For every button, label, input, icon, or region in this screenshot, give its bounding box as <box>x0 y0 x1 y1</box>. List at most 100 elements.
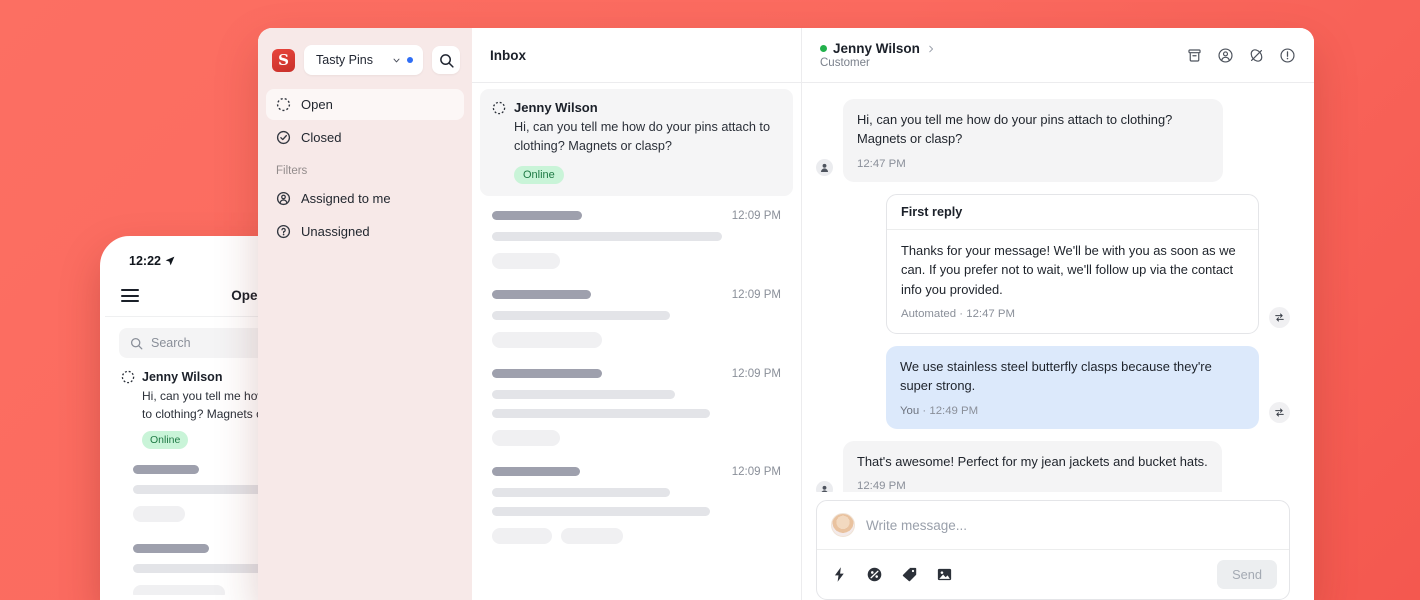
meta-time: 12:47 PM <box>966 307 1015 320</box>
conversation-actions <box>1186 47 1296 64</box>
app-logo-icon: S <box>272 48 295 72</box>
transfer-button[interactable] <box>1269 307 1290 329</box>
conv-name-row: Jenny Wilson <box>492 100 781 115</box>
location-arrow-icon <box>165 256 175 266</box>
conversation-contact: Jenny Wilson Customer <box>820 41 1186 69</box>
skeleton-name-placeholder <box>133 543 209 553</box>
skeleton-badge-row <box>492 429 781 446</box>
message-meta: 12:49 PM <box>857 480 906 492</box>
skeleton-top-row: 12:09 PM <box>492 466 781 478</box>
sidebar-item-unassigned[interactable]: Unassigned <box>266 216 464 247</box>
message-text: Thanks for your message! We'll be with y… <box>901 242 1236 297</box>
dotted-circle-icon <box>121 370 135 384</box>
message-row: That's awesome! Perfect for my jean jack… <box>816 440 1290 492</box>
search-icon <box>439 53 454 68</box>
skeleton-line-placeholder <box>492 506 710 516</box>
dotted-circle-icon <box>492 101 506 114</box>
inbox-list: Jenny Wilson Hi, can you tell me how do … <box>472 83 801 556</box>
bolt-icon[interactable] <box>831 566 848 583</box>
inbox-skeleton-list: 12:09 PM 12:09 PM 12:09 PM 12:09 PM <box>480 196 793 550</box>
message-meta: 12:47 PM <box>857 157 906 170</box>
sidebar-item-label: Closed <box>301 130 342 145</box>
message-row: First reply Thanks for your message! We'… <box>816 193 1290 335</box>
conversation-panel: Jenny Wilson Customer Hi, can you tell m… <box>802 28 1314 600</box>
info-circle-icon[interactable] <box>1279 47 1296 64</box>
skeleton-line-placeholder <box>492 231 722 241</box>
ban-icon[interactable] <box>1248 47 1265 64</box>
archive-icon[interactable] <box>1186 47 1203 64</box>
skeleton-top-row: 12:09 PM <box>492 210 781 222</box>
page-title: Jenny Wilson <box>833 41 920 56</box>
skeleton-badge-row <box>492 331 781 348</box>
presence-dot <box>820 45 827 52</box>
check-circle-icon <box>276 130 291 145</box>
question-circle-icon <box>276 224 291 239</box>
search-placeholder: Search <box>151 336 191 350</box>
sidebar-item-label: Unassigned <box>301 224 370 239</box>
avatar <box>816 481 833 492</box>
send-button[interactable]: Send <box>1217 560 1277 589</box>
hamburger-icon[interactable] <box>121 289 139 302</box>
conv-preview: Hi, can you tell me how do your pins att… <box>514 120 770 154</box>
inbox-title: Inbox <box>472 28 801 83</box>
list-item-time: 12:09 PM <box>731 465 781 478</box>
transfer-button[interactable] <box>1269 401 1290 423</box>
transfer-icon <box>1275 408 1284 417</box>
composer-wrap: Write message... Send <box>802 492 1314 600</box>
dotted-circle-icon <box>276 97 291 112</box>
message-bubble: That's awesome! Perfect for my jean jack… <box>843 440 1222 492</box>
list-item[interactable]: 12:09 PM <box>480 275 793 354</box>
conv-name: Jenny Wilson <box>514 100 598 115</box>
sidebar-section-title: Filters <box>276 165 308 177</box>
sidebar-item-open[interactable]: Open <box>266 89 464 120</box>
status-dot <box>407 57 413 63</box>
meta-time: 12:49 PM <box>929 404 979 417</box>
person-circle-icon <box>276 191 291 206</box>
avatar <box>816 158 833 176</box>
skeleton-line-placeholder <box>492 389 675 399</box>
list-item[interactable]: Jenny Wilson Hi, can you tell me how do … <box>480 89 793 196</box>
message-row: We use stainless steel butterfly clasps … <box>816 346 1290 429</box>
skeleton-badge-placeholder <box>492 252 560 269</box>
skeleton-badge-placeholder <box>561 527 623 544</box>
automated-reply-card: First reply Thanks for your message! We'… <box>886 193 1259 335</box>
workspace-selector[interactable]: Tasty Pins <box>304 45 423 75</box>
card-body: Thanks for your message! We'll be with y… <box>887 230 1258 333</box>
person-icon <box>821 486 828 492</box>
inbox-panel: Inbox Jenny Wilson Hi, can you tell me h… <box>472 28 802 600</box>
list-item[interactable]: 12:09 PM <box>480 354 793 452</box>
composer-input-row[interactable]: Write message... <box>817 501 1289 549</box>
avatar <box>831 513 855 537</box>
status-badge: Online <box>142 431 189 450</box>
transfer-icon <box>1275 313 1284 322</box>
meta-author: Automated <box>901 307 957 320</box>
status-badge: Online <box>514 165 564 184</box>
list-item[interactable]: 12:09 PM <box>480 452 793 550</box>
tag-icon[interactable] <box>901 566 918 583</box>
list-item-time: 12:09 PM <box>731 288 781 301</box>
conversation-header: Jenny Wilson Customer <box>802 28 1314 83</box>
message-text: That's awesome! Perfect for my jean jack… <box>857 453 1208 469</box>
list-item[interactable]: 12:09 PM <box>480 196 793 275</box>
status-time: 12:22 <box>129 254 161 268</box>
image-icon[interactable] <box>936 566 953 583</box>
sidebar-item-assigned-to-me[interactable]: Assigned to me <box>266 183 464 214</box>
chevron-right-icon[interactable] <box>926 44 936 54</box>
skeleton-badge-placeholder <box>492 429 560 446</box>
person-circle-icon[interactable] <box>1217 47 1234 64</box>
skeleton-name-placeholder <box>133 464 199 474</box>
message-bubble: Hi, can you tell me how do your pins att… <box>843 99 1223 182</box>
emoji-icon[interactable] <box>866 566 883 583</box>
skeleton-name-placeholder <box>492 290 591 300</box>
skeleton-badge-placeholder <box>492 331 602 348</box>
message-input[interactable]: Write message... <box>866 518 967 533</box>
skeleton-badge-placeholder <box>133 506 185 523</box>
conv-head-name-row[interactable]: Jenny Wilson <box>820 41 1186 56</box>
search-icon <box>130 337 143 349</box>
sidebar-item-label: Open <box>301 97 333 112</box>
skeleton-line-placeholder <box>492 408 710 418</box>
search-button[interactable] <box>432 46 460 74</box>
skeleton-name-placeholder <box>492 467 580 477</box>
skeleton-line-placeholder <box>492 310 670 320</box>
sidebar-item-closed[interactable]: Closed <box>266 122 464 153</box>
